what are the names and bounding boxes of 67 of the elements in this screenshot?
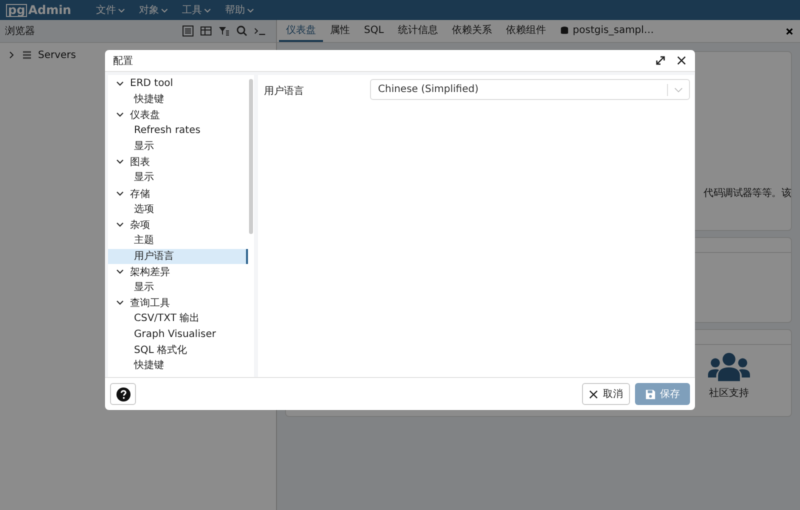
- app-logo: pg Admin: [6, 3, 72, 17]
- menu-item[interactable]: 帮助: [220, 3, 260, 17]
- chevron-icon[interactable]: [116, 80, 124, 87]
- chevron-icon[interactable]: [116, 269, 124, 276]
- tree-item[interactable]: 用户语言: [108, 248, 248, 264]
- caret-icon: [204, 8, 212, 12]
- tree-item[interactable]: 查询工具: [130, 296, 170, 310]
- tree-item[interactable]: 存储: [130, 186, 150, 201]
- tab[interactable]: 统计信息: [390, 20, 445, 42]
- tree-item[interactable]: 显示: [108, 280, 248, 296]
- help-icon: [116, 386, 130, 402]
- tree-item[interactable]: 快捷键: [108, 92, 248, 108]
- tab[interactable]: SQL: [357, 20, 391, 42]
- chevron-icon[interactable]: [116, 300, 124, 306]
- tree-item[interactable]: 显示: [108, 138, 248, 154]
- filter-icon[interactable]: [218, 25, 230, 37]
- tree-item[interactable]: 图表: [130, 155, 150, 170]
- menu-item[interactable]: 工具: [177, 3, 216, 17]
- chevron-icon[interactable]: [116, 159, 124, 166]
- tab[interactable]: 依赖关系: [444, 20, 499, 42]
- tree-item[interactable]: SQL 格式化: [108, 342, 248, 358]
- tree-item[interactable]: 杂项: [130, 218, 150, 232]
- menu-item[interactable]: 文件: [91, 3, 130, 17]
- properties-icon[interactable]: [182, 25, 194, 37]
- chevron-icon[interactable]: [116, 222, 124, 228]
- caret-icon: [161, 8, 168, 12]
- tree-item[interactable]: CSV/TXT 输出: [108, 311, 248, 327]
- search-icon[interactable]: [236, 25, 248, 37]
- tree-item[interactable]: 选项: [108, 202, 248, 218]
- tab[interactable]: 属性: [323, 20, 357, 42]
- community-label[interactable]: 社区支持: [709, 386, 749, 400]
- caret-icon: [118, 8, 126, 12]
- table-icon[interactable]: [200, 25, 212, 37]
- tree-item[interactable]: 显示: [108, 170, 248, 186]
- terminal-icon[interactable]: [254, 25, 266, 37]
- tree-item[interactable]: 架构差异: [130, 265, 170, 280]
- tree-item[interactable]: 主题: [108, 232, 248, 249]
- caret-icon: [674, 86, 683, 92]
- menu-item[interactable]: 对象: [134, 3, 174, 17]
- chevron-icon[interactable]: [116, 112, 124, 118]
- panel-title: 浏览器: [5, 24, 36, 38]
- tree-item[interactable]: 快捷键: [108, 358, 248, 374]
- dialog-title: 配置: [113, 54, 134, 68]
- cancel-button[interactable]: 取消: [582, 383, 630, 405]
- tab[interactable]: 依赖组件: [498, 20, 553, 42]
- tree-item[interactable]: Servers: [38, 50, 76, 60]
- language-select[interactable]: Chinese (Simplified): [370, 79, 690, 100]
- database-icon: [560, 26, 569, 34]
- help-button[interactable]: [110, 383, 136, 405]
- tree-item[interactable]: 仪表盘: [130, 108, 160, 122]
- tab[interactable]: postgis_sampl…: [552, 20, 661, 42]
- save-icon: [645, 388, 656, 400]
- chevron-icon[interactable]: [116, 190, 124, 197]
- description-text: 代码调试器等等。该: [704, 186, 791, 200]
- tab[interactable]: 仪表盘: [279, 20, 323, 42]
- community-icon[interactable]: [707, 351, 751, 382]
- tree-item[interactable]: ERD tool: [130, 78, 174, 90]
- chevron-icon[interactable]: [8, 51, 16, 59]
- close-icon: [589, 390, 598, 398]
- servers-icon: [22, 50, 32, 60]
- tree-item[interactable]: Graph Visualiser: [108, 327, 248, 343]
- close-icon[interactable]: [785, 26, 794, 36]
- maximize-icon[interactable]: [655, 55, 666, 66]
- close-icon[interactable]: [676, 55, 687, 66]
- field-label: 用户语言: [263, 84, 305, 98]
- caret-icon: [247, 8, 254, 12]
- tree-item[interactable]: Refresh rates: [108, 123, 248, 139]
